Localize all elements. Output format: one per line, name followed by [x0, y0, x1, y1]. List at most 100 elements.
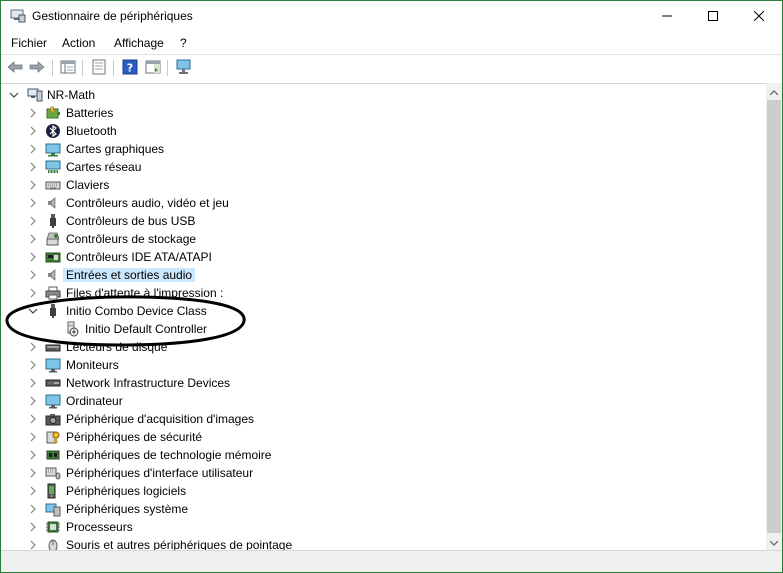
tree-item-peripheriques-de-technologie-memoire[interactable]: Périphériques de technologie mémoire [1, 446, 761, 464]
forward-button[interactable] [28, 59, 46, 77]
tree-item-moniteurs[interactable]: Moniteurs [1, 356, 761, 374]
scroll-up-button[interactable] [766, 83, 782, 100]
menu-action[interactable]: Action [62, 36, 95, 50]
device-manager-icon [10, 9, 26, 23]
chevron-right-icon[interactable] [28, 215, 38, 227]
toolbar-separator [52, 60, 53, 76]
tree-item-initio-default-controller[interactable]: Initio Default Controller [1, 320, 761, 338]
help-button[interactable]: ? [121, 59, 139, 77]
chevron-right-icon[interactable] [28, 467, 38, 479]
tree-item-label: Contrôleurs de bus USB [66, 214, 196, 228]
tree-item-root[interactable]: NR-Math [1, 86, 761, 104]
tree-item-cartes-reseau[interactable]: Cartes réseau [1, 158, 761, 176]
tree-item-peripherique-d-acquisition-d-images[interactable]: Périphérique d'acquisition d'images [1, 410, 761, 428]
tree-item-label: Souris et autres périphériques de pointa… [66, 538, 293, 550]
tree-item-controleurs-ide-ata-atapi[interactable]: Contrôleurs IDE ATA/ATAPI [1, 248, 761, 266]
chevron-right-icon[interactable] [28, 143, 38, 155]
chevron-right-icon[interactable] [28, 125, 38, 137]
maximize-button[interactable] [690, 1, 736, 32]
minimize-button[interactable] [644, 1, 690, 32]
chevron-right-icon[interactable] [28, 197, 38, 209]
console-tree-icon [60, 59, 76, 78]
monitor-icon [45, 357, 61, 373]
tree-item-lecteurs-de-disque[interactable]: Lecteurs de disque [1, 338, 761, 356]
menu-help[interactable]: ? [180, 36, 187, 50]
tree-item-label: Périphérique d'acquisition d'images [66, 412, 255, 426]
vertical-scrollbar[interactable] [766, 83, 782, 550]
menu-fichier[interactable]: Fichier [11, 36, 47, 50]
chevron-right-icon[interactable] [28, 287, 38, 299]
chevron-right-icon[interactable] [28, 179, 38, 191]
tree-item-ordinateur[interactable]: Ordinateur [1, 392, 761, 410]
menu-affichage[interactable]: Affichage [114, 36, 164, 50]
tree-item-bluetooth[interactable]: Bluetooth [1, 122, 761, 140]
action-pane-button[interactable] [144, 59, 162, 77]
tree-item-claviers[interactable]: Claviers [1, 176, 761, 194]
chevron-right-icon[interactable] [28, 395, 38, 407]
chevron-down-icon[interactable] [9, 89, 19, 101]
chevron-right-icon[interactable] [28, 233, 38, 245]
tree-item-files-d-attente-a-l-impression[interactable]: Files d'attente à l'impression : [1, 284, 761, 302]
tree-item-label: Batteries [66, 106, 114, 120]
toolbar-separator [82, 60, 83, 76]
chevron-down-icon [769, 535, 779, 549]
tree-item-label: Network Infrastructure Devices [66, 376, 231, 390]
properties-button[interactable] [90, 59, 108, 77]
tree-item-controleurs-de-bus-usb[interactable]: Contrôleurs de bus USB [1, 212, 761, 230]
close-icon [753, 10, 765, 24]
chevron-right-icon[interactable] [28, 503, 38, 515]
device-tree[interactable]: NR-Math Batteries Bluetooth Cartes graphiqu… [1, 83, 766, 550]
tree-item-label: Périphériques de technologie mémoire [66, 448, 272, 462]
chevron-right-icon[interactable] [28, 269, 38, 281]
tree-item-label: Bluetooth [66, 124, 117, 138]
tree-item-controleurs-audio-video-et-jeu[interactable]: Contrôleurs audio, vidéo et jeu [1, 194, 761, 212]
mouse-icon [45, 537, 61, 550]
chevron-right-icon[interactable] [28, 413, 38, 425]
tree-item-souris-et-autres-peripheriques-de-pointage[interactable]: Souris et autres périphériques de pointa… [1, 536, 761, 550]
tree-item-peripheriques-d-interface-utilisateur[interactable]: Périphériques d'interface utilisateur [1, 464, 761, 482]
close-button[interactable] [736, 1, 782, 32]
computer-icon [27, 87, 43, 103]
chevron-right-icon[interactable] [28, 107, 38, 119]
tree-item-peripheriques-systeme[interactable]: Périphériques système [1, 500, 761, 518]
scan-hardware-button[interactable] [175, 59, 193, 77]
tree-item-label: Entrées et sorties audio [63, 268, 196, 282]
chevron-right-icon[interactable] [28, 431, 38, 443]
keyboard-icon [45, 177, 61, 193]
tree-item-entrees-et-sorties-audio[interactable]: Entrées et sorties audio [1, 266, 761, 284]
chevron-right-icon[interactable] [28, 539, 38, 550]
camera-icon [45, 411, 61, 427]
chevron-right-icon[interactable] [28, 161, 38, 173]
toolbar: ? [1, 54, 782, 80]
action-pane-icon [145, 59, 161, 78]
hid-icon [45, 465, 61, 481]
show-hide-tree-button[interactable] [59, 59, 77, 77]
title-bar[interactable]: Gestionnaire de périphériques [1, 1, 782, 32]
tree-item-peripheriques-de-securite[interactable]: Périphériques de sécurité [1, 428, 761, 446]
tree-item-peripheriques-logiciels[interactable]: Périphériques logiciels [1, 482, 761, 500]
chevron-right-icon[interactable] [28, 521, 38, 533]
tree-item-label: NR-Math [47, 88, 96, 102]
properties-icon [91, 59, 107, 78]
scroll-down-button[interactable] [766, 533, 782, 550]
chevron-right-icon[interactable] [28, 359, 38, 371]
tree-item-label: Périphériques logiciels [66, 484, 187, 498]
tree-item-network-infrastructure-devices[interactable]: Network Infrastructure Devices [1, 374, 761, 392]
chevron-right-icon[interactable] [28, 341, 38, 353]
chevron-right-icon[interactable] [28, 377, 38, 389]
tree-item-controleurs-de-stockage[interactable]: Contrôleurs de stockage [1, 230, 761, 248]
scrollbar-thumb[interactable] [767, 100, 781, 533]
tree-item-processeurs[interactable]: Processeurs [1, 518, 761, 536]
display-adapter-icon [45, 141, 61, 157]
tree-item-initio-combo-device-class[interactable]: Initio Combo Device Class [1, 302, 761, 320]
chevron-right-icon[interactable] [28, 251, 38, 263]
chevron-right-icon[interactable] [28, 449, 38, 461]
back-button[interactable] [6, 59, 24, 77]
tree-item-cartes-graphiques[interactable]: Cartes graphiques [1, 140, 761, 158]
tree-item-batteries[interactable]: Batteries [1, 104, 761, 122]
processor-icon [45, 519, 61, 535]
device-manager-window: Gestionnaire de périphériques Fichier Ac… [0, 0, 783, 573]
chevron-down-icon[interactable] [28, 305, 38, 317]
chevron-right-icon[interactable] [28, 485, 38, 497]
storage-controller-icon [45, 231, 61, 247]
